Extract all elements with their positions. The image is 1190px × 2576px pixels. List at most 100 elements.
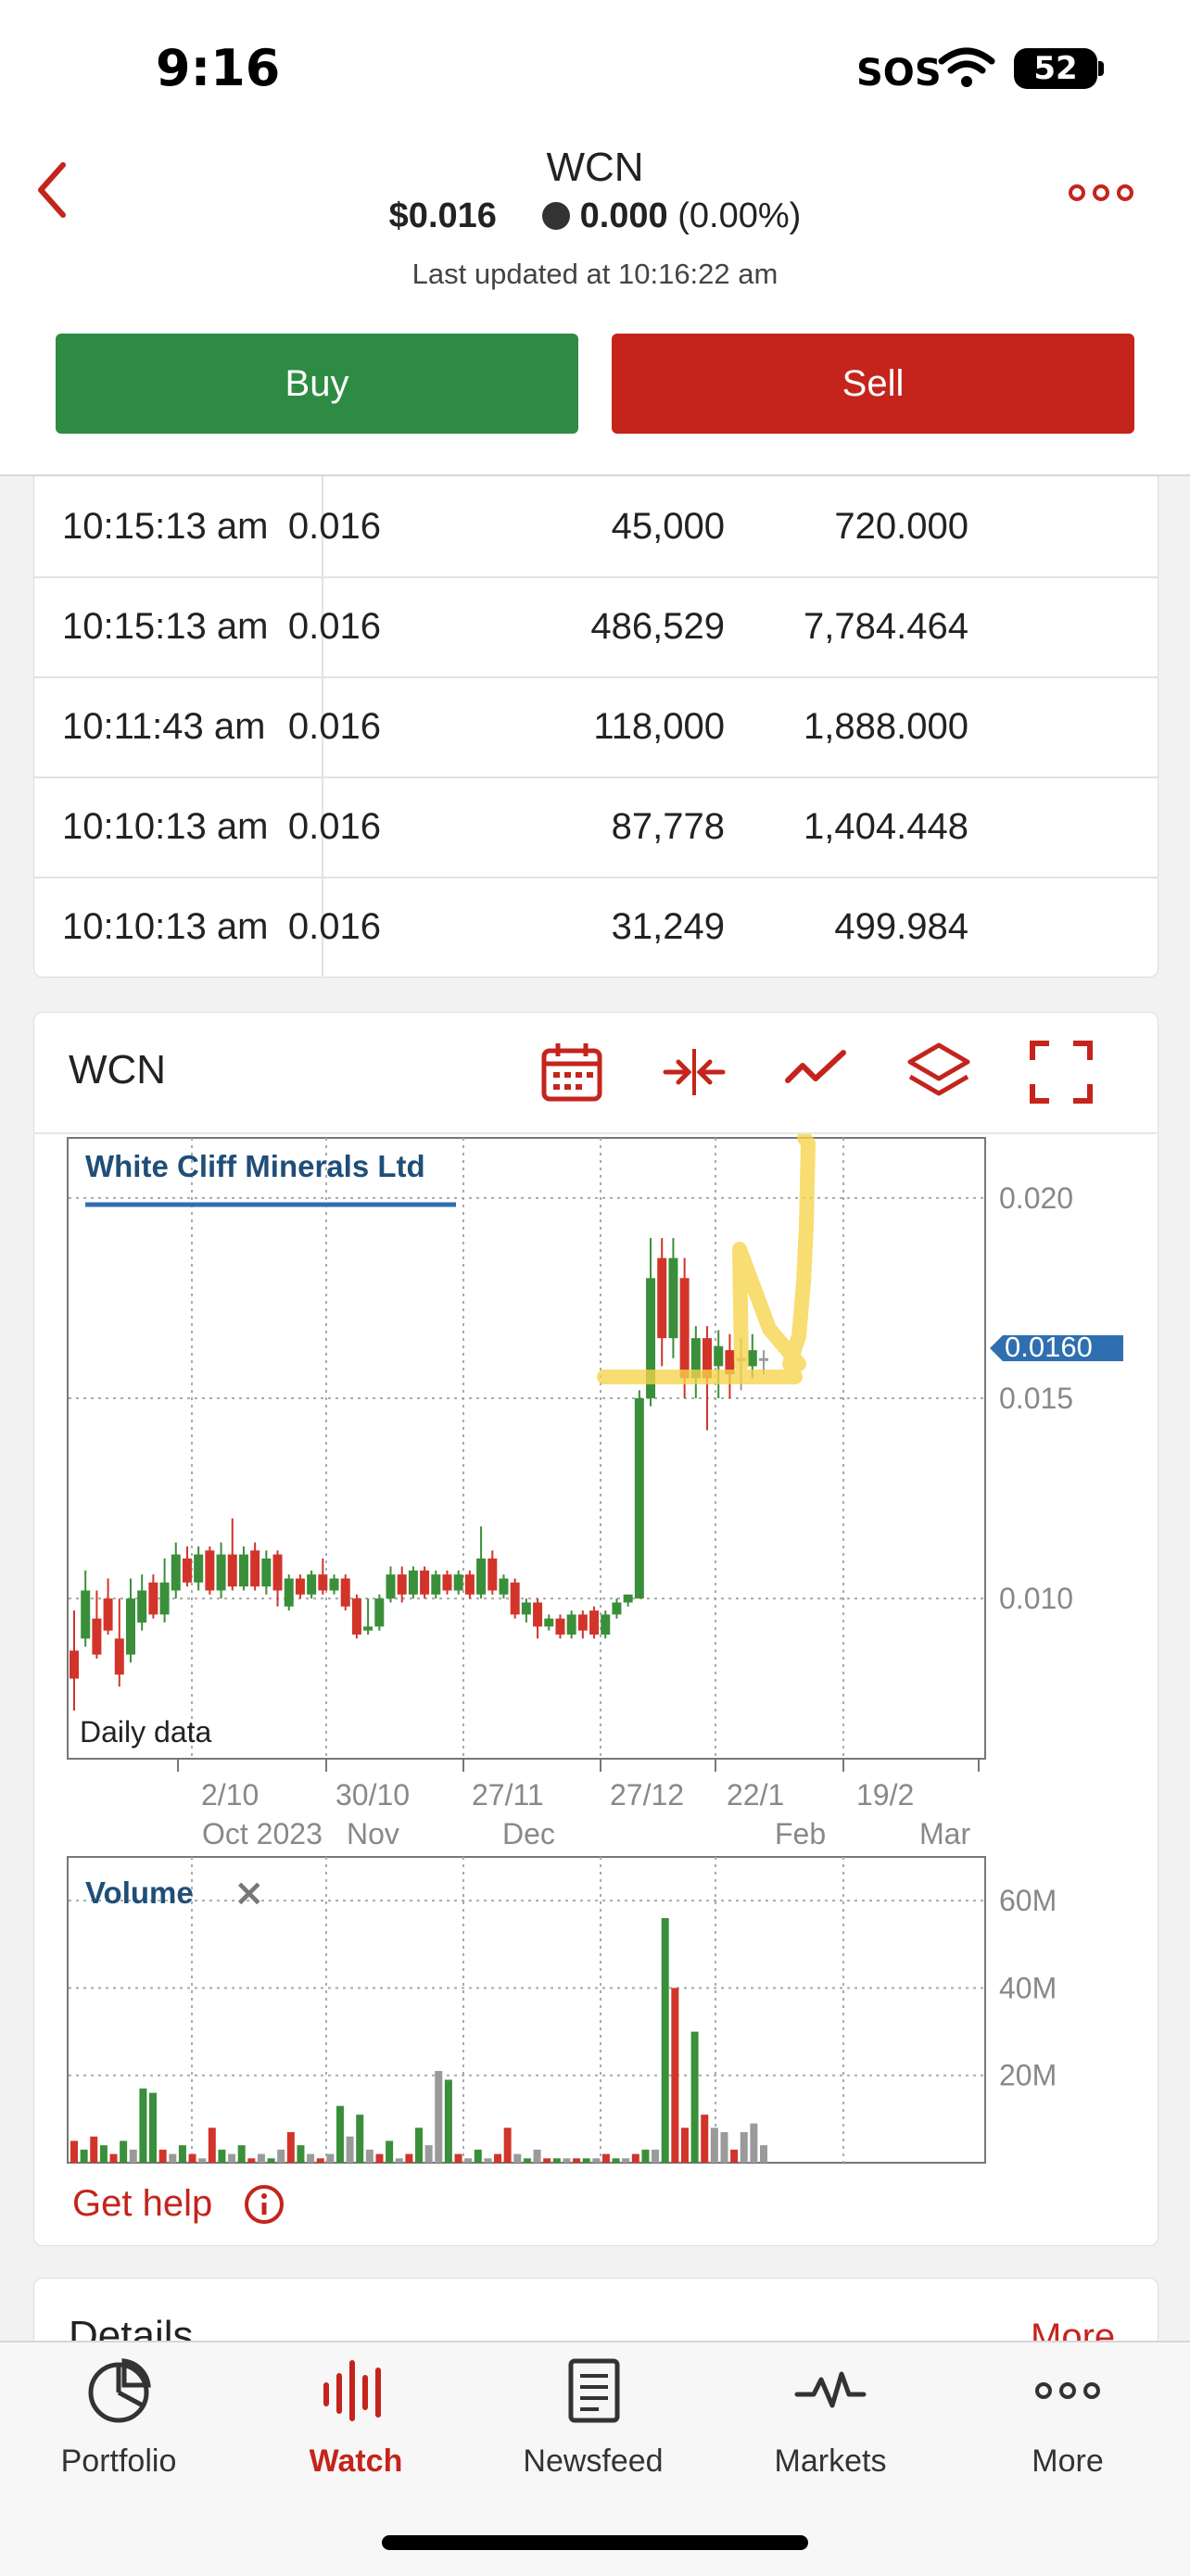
volume-bar <box>573 2158 581 2163</box>
candle-body <box>205 1550 215 1591</box>
candle-body <box>612 1602 622 1615</box>
calendar-icon[interactable] <box>539 1040 604 1105</box>
price-line: $0.016 0.000 (0.00%) <box>0 196 1190 236</box>
volume-bar <box>513 2153 522 2163</box>
y-tick-label: 60M <box>999 1884 1057 1917</box>
candle-body <box>533 1602 543 1627</box>
volume-bar <box>307 2153 315 2163</box>
candle-body <box>544 1618 554 1627</box>
trade-price: 0.016 <box>287 506 381 547</box>
close-volume-icon[interactable]: × <box>234 1872 265 1914</box>
volume-bar <box>474 2149 482 2163</box>
volume-bar <box>386 2140 394 2163</box>
volume-bar <box>533 2149 541 2163</box>
volume-bar <box>671 1988 679 2163</box>
tab-label: Markets <box>774 2443 887 2479</box>
y-tick-label: 0.020 <box>999 1181 1073 1215</box>
candle-body <box>363 1626 373 1631</box>
tab-more[interactable]: More <box>949 2354 1186 2480</box>
candle-body <box>137 1590 147 1623</box>
table-row: 10:10:13 am 0.016 31,249 499.984 <box>34 877 1158 977</box>
x-axis-ticks: 2/10 30/10 27/11 27/12 22/1 19/2 Oct 2023 Nov De… <box>177 1759 980 1850</box>
candle-body <box>408 1570 418 1595</box>
y-tick-label: 0.010 <box>999 1582 1073 1615</box>
candle-body <box>340 1578 350 1607</box>
candle-body <box>397 1574 407 1595</box>
volume-bar <box>257 2153 265 2163</box>
volume-bar <box>601 2153 610 2163</box>
candle-body <box>114 1638 124 1675</box>
x-tick-label: 30/10 <box>335 1778 410 1812</box>
trade-time: 10:10:13 am <box>62 906 269 947</box>
candle-body <box>159 1582 170 1615</box>
volume-bar <box>612 2158 620 2163</box>
tab-watch[interactable]: Watch <box>237 2354 475 2480</box>
tab-label: Watch <box>309 2443 403 2479</box>
volume-bar <box>484 2158 492 2163</box>
volume-bar <box>267 2158 275 2163</box>
volume-bar <box>316 2158 324 2163</box>
tab-newsfeed[interactable]: Newsfeed <box>475 2354 712 2480</box>
volume-bar <box>90 2136 98 2163</box>
trade-price: 0.016 <box>287 606 381 647</box>
tab-portfolio[interactable]: Portfolio <box>0 2354 237 2480</box>
x-tick-label: 2/10 <box>201 1778 259 1812</box>
x-tick-label: 27/12 <box>610 1778 684 1812</box>
volume-y-ticks: 60M 40M 20M <box>999 1884 1057 2092</box>
trade-time: 10:11:43 am <box>62 706 266 747</box>
sell-button[interactable]: Sell <box>612 334 1134 434</box>
trade-value: 1,404.448 <box>804 806 968 847</box>
volume-bar <box>365 2149 373 2163</box>
wifi-icon <box>938 47 995 87</box>
volume-bar <box>701 2115 709 2163</box>
watch-bars-icon <box>323 2360 381 2421</box>
page-title: WCN <box>546 145 644 190</box>
price-chart[interactable]: White Cliff Minerals Ltd 0.020 0.015 0.010… <box>67 1134 1142 2172</box>
x-tick-label: 19/2 <box>856 1778 914 1812</box>
fullscreen-icon[interactable] <box>1029 1040 1094 1105</box>
layers-icon[interactable] <box>906 1040 971 1105</box>
volume-bar <box>750 2123 758 2163</box>
candle-body <box>318 1574 328 1591</box>
candle-body <box>284 1578 294 1607</box>
volume-bar <box>247 2158 256 2163</box>
candle-body <box>70 1650 79 1679</box>
volume-bar <box>375 2153 384 2163</box>
tab-markets[interactable]: Markets <box>712 2354 949 2480</box>
candle-body <box>487 1558 498 1591</box>
candle-body <box>555 1618 565 1635</box>
y-tick-label: 0.015 <box>999 1382 1073 1415</box>
volume-bar <box>563 2158 571 2163</box>
price-change-pct: (0.00%) <box>677 196 802 235</box>
candle-body <box>634 1397 644 1599</box>
volume-bar <box>326 2153 335 2163</box>
candle-body <box>577 1614 588 1631</box>
candle-body <box>329 1578 339 1591</box>
volume-bars <box>70 1918 767 2163</box>
volume-plot-frame <box>67 1856 986 2164</box>
x-tick-label: 27/11 <box>472 1778 544 1812</box>
candle-body <box>250 1550 260 1587</box>
line-chart-icon[interactable] <box>784 1040 849 1105</box>
trade-volume: 118,000 <box>593 706 725 747</box>
candle-body <box>261 1558 272 1587</box>
newsfeed-icon <box>568 2358 620 2423</box>
more-options-icon[interactable] <box>1068 183 1134 202</box>
candle-body <box>295 1578 305 1595</box>
volume-bar <box>464 2158 473 2163</box>
status-sos: SOS <box>856 52 942 95</box>
y-tick-label: 40M <box>999 1971 1057 2004</box>
info-icon[interactable] <box>243 2183 285 2226</box>
candle-body <box>238 1554 248 1587</box>
volume-bar <box>740 2132 748 2163</box>
buy-button[interactable]: Buy <box>56 334 578 434</box>
volume-bar <box>139 2088 147 2163</box>
current-price-label: 0.0160 <box>1005 1331 1093 1363</box>
get-help-link[interactable]: Get help <box>72 2183 212 2225</box>
volume-bar <box>444 2079 452 2163</box>
compress-icon[interactable] <box>662 1040 727 1105</box>
volume-bar <box>228 2153 236 2163</box>
volume-bar <box>622 2158 630 2163</box>
trade-price: 0.016 <box>287 906 381 947</box>
volume-bar <box>631 2153 639 2163</box>
